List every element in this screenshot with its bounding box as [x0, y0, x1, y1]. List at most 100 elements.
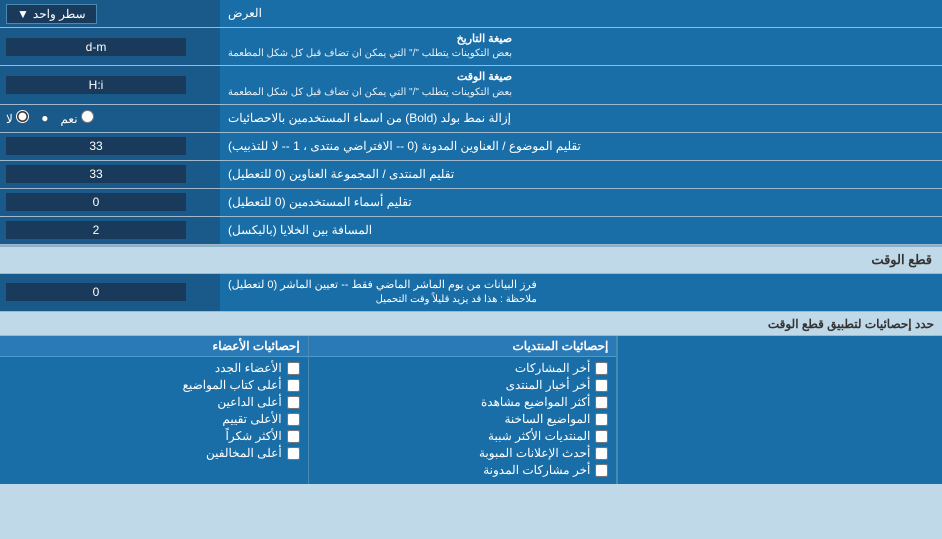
- label-topics-trim: تقليم الموضوع / العناوين المدونة (0 -- ا…: [220, 133, 942, 160]
- col2-items: الأعضاء الجدد أعلى كتاب المواضيع أعلى ال…: [0, 357, 308, 467]
- label-snapshot: فرز البيانات من يوم الماشر الماضي فقط --…: [220, 274, 942, 311]
- col1-header: إحصائيات المنتديات: [309, 336, 617, 357]
- item-popular-forums: المنتديات الأكثر شببة: [488, 429, 590, 443]
- checkbox-blog-posts[interactable]: [595, 464, 608, 477]
- stats-col1: إحصائيات المنتديات أخر المشاركات أخر أخب…: [309, 336, 617, 484]
- list-item: أعلى كتاب المواضيع: [8, 378, 300, 392]
- checkbox-popular-forums[interactable]: [595, 430, 608, 443]
- row-gap: المسافة بين الخلايا (بالبكسل) 2: [0, 217, 942, 245]
- bold-yes-label: نعم: [60, 110, 93, 126]
- item-blog-posts: أخر مشاركات المدونة: [483, 463, 590, 477]
- bold-no-text: لا: [6, 112, 13, 126]
- label-forum-trim: تقليم المنتدى / المجموعة العناوين (0 للت…: [220, 161, 942, 188]
- bold-no-radio[interactable]: [16, 110, 29, 123]
- label-bold: إزالة نمط بولد (Bold) من اسماء المستخدمي…: [220, 105, 942, 132]
- row-date-format: صيغة التاريخ بعض التكوينات يتطلب "/" الت…: [0, 28, 942, 66]
- checkbox-most-viewed[interactable]: [595, 396, 608, 409]
- section-header-snapshot: قطع الوقت: [0, 245, 942, 274]
- stats-empty-col: [617, 336, 942, 484]
- checkbox-top-violators[interactable]: [287, 447, 300, 460]
- item-top-rated: الأعلى تقييم: [222, 412, 281, 426]
- checkbox-top-rated[interactable]: [287, 413, 300, 426]
- date-format-input[interactable]: d-m: [6, 38, 186, 56]
- item-new-members: الأعضاء الجدد: [215, 361, 282, 375]
- topics-trim-input[interactable]: 33: [6, 137, 186, 155]
- item-top-inviters: أعلى الداعين: [217, 395, 281, 409]
- stats-three-cols: إحصائيات المنتديات أخر المشاركات أخر أخب…: [0, 336, 942, 484]
- input-users-trim[interactable]: 0: [0, 189, 220, 216]
- input-date-format[interactable]: d-m: [0, 28, 220, 65]
- date-format-sub: بعض التكوينات يتطلب "/" التي يمكن ان تضا…: [228, 47, 512, 61]
- select-display-value: سطر واحد: [33, 7, 86, 21]
- snapshot-input[interactable]: 0: [6, 283, 186, 301]
- input-bold[interactable]: نعم ● لا: [0, 105, 220, 132]
- select-display-btn[interactable]: سطر واحد ▼: [6, 4, 97, 24]
- bold-radio-group: نعم ● لا: [6, 110, 94, 126]
- input-snapshot[interactable]: 0: [0, 274, 220, 311]
- item-classified-ads: أحدث الإعلانات المبوبة: [479, 446, 590, 460]
- label-users-trim: تقليم أسماء المستخدمين (0 للتعطيل): [220, 189, 942, 216]
- row-snapshot: فرز البيانات من يوم الماشر الماضي فقط --…: [0, 274, 942, 312]
- input-display[interactable]: سطر واحد ▼: [0, 0, 220, 27]
- row-users-trim: تقليم أسماء المستخدمين (0 للتعطيل) 0: [0, 189, 942, 217]
- bold-no-label: لا: [6, 110, 29, 126]
- input-gap[interactable]: 2: [0, 217, 220, 244]
- stats-header-row: حدد إحصائيات لتطبيق قطع الوقت: [0, 312, 942, 336]
- bold-yes-radio[interactable]: [81, 110, 94, 123]
- checkbox-top-inviters[interactable]: [287, 396, 300, 409]
- checkbox-hot-topics[interactable]: [595, 413, 608, 426]
- snapshot-main: فرز البيانات من يوم الماشر الماضي فقط --…: [228, 278, 537, 293]
- label-date-format: صيغة التاريخ بعض التكوينات يتطلب "/" الت…: [220, 28, 942, 65]
- stats-header-label: حدد إحصائيات لتطبيق قطع الوقت: [768, 317, 934, 331]
- list-item: الأعلى تقييم: [8, 412, 300, 426]
- list-item: أخر المشاركات: [317, 361, 609, 375]
- dropdown-arrow-icon: ▼: [17, 7, 29, 21]
- bold-yes-text: نعم: [60, 112, 77, 126]
- snapshot-note: ملاحظة : هذا قد يزيد قليلاً وقت التحميل: [228, 293, 537, 307]
- time-format-main: صيغة الوقت: [228, 70, 512, 85]
- label-gap: المسافة بين الخلايا (بالبكسل): [220, 217, 942, 244]
- label-time-format: صيغة الوقت بعض التكوينات يتطلب "/" التي …: [220, 66, 942, 103]
- row-bold: إزالة نمط بولد (Bold) من اسماء المستخدمي…: [0, 105, 942, 133]
- list-item: الأكثر شكراً: [8, 429, 300, 443]
- users-trim-input[interactable]: 0: [6, 193, 186, 211]
- checkbox-last-posts[interactable]: [595, 362, 608, 375]
- checkbox-top-writers[interactable]: [287, 379, 300, 392]
- row-display: العرض سطر واحد ▼: [0, 0, 942, 28]
- bold-separator: ●: [41, 111, 48, 125]
- list-item: أخر أخبار المنتدى: [317, 378, 609, 392]
- forum-trim-text: تقليم المنتدى / المجموعة العناوين (0 للت…: [228, 166, 454, 183]
- forum-trim-input[interactable]: 33: [6, 165, 186, 183]
- col1-items: أخر المشاركات أخر أخبار المنتدى أكثر الم…: [309, 357, 617, 484]
- time-format-input[interactable]: H:i: [6, 76, 186, 94]
- item-hot-topics: المواضيع الساخنة: [505, 412, 591, 426]
- checkbox-forum-news[interactable]: [595, 379, 608, 392]
- row-topics-trim: تقليم الموضوع / العناوين المدونة (0 -- ا…: [0, 133, 942, 161]
- item-forum-news: أخر أخبار المنتدى: [506, 378, 591, 392]
- checkbox-classified-ads[interactable]: [595, 447, 608, 460]
- list-item: المنتديات الأكثر شببة: [317, 429, 609, 443]
- checkbox-most-thanks[interactable]: [287, 430, 300, 443]
- input-topics-trim[interactable]: 33: [0, 133, 220, 160]
- item-most-viewed: أكثر المواضيع مشاهدة: [481, 395, 590, 409]
- input-time-format[interactable]: H:i: [0, 66, 220, 103]
- col2-header: إحصائيات الأعضاء: [0, 336, 308, 357]
- list-item: أخر مشاركات المدونة: [317, 463, 609, 477]
- label-display: العرض: [220, 0, 942, 27]
- col-divider-2: [308, 336, 309, 484]
- list-item: أحدث الإعلانات المبوبة: [317, 446, 609, 460]
- item-last-posts: أخر المشاركات: [515, 361, 590, 375]
- time-format-sub: بعض التكوينات يتطلب "/" التي يمكن ان تضا…: [228, 86, 512, 100]
- item-top-violators: أعلى المخالفين: [206, 446, 282, 460]
- list-item: أعلى الداعين: [8, 395, 300, 409]
- item-top-writers: أعلى كتاب المواضيع: [183, 378, 282, 392]
- input-forum-trim[interactable]: 33: [0, 161, 220, 188]
- stats-col2: إحصائيات الأعضاء الأعضاء الجدد أعلى كتاب…: [0, 336, 308, 484]
- checkbox-new-members[interactable]: [287, 362, 300, 375]
- display-label-text: العرض: [228, 5, 262, 22]
- topics-trim-text: تقليم الموضوع / العناوين المدونة (0 -- ا…: [228, 138, 581, 155]
- list-item: أعلى المخالفين: [8, 446, 300, 460]
- list-item: الأعضاء الجدد: [8, 361, 300, 375]
- gap-input[interactable]: 2: [6, 221, 186, 239]
- bold-label-text: إزالة نمط بولد (Bold) من اسماء المستخدمي…: [228, 110, 511, 127]
